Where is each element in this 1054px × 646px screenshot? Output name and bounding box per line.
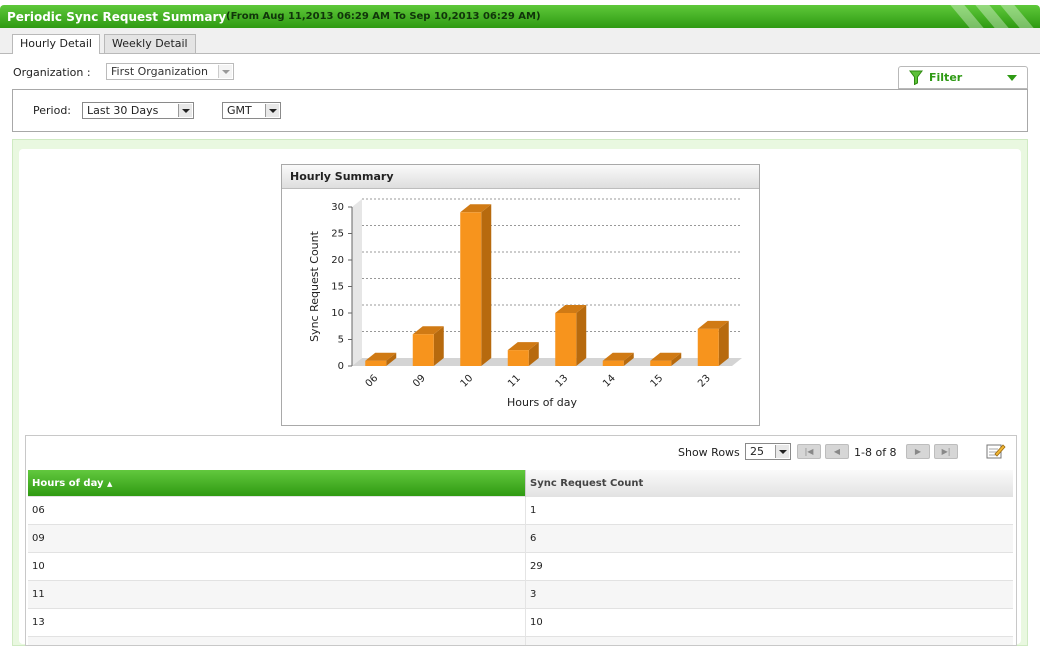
chevron-down-icon: [1007, 75, 1017, 81]
column-header-label: Hours of day: [32, 478, 104, 489]
export-edit-icon[interactable]: [986, 442, 1006, 460]
chart-x-tick-label: 09: [411, 373, 428, 390]
cell-hour: 10: [28, 553, 526, 581]
cell-hour: 13: [28, 609, 526, 637]
chart-y-tick-label: 20: [331, 255, 344, 266]
previous-page-icon: ◀: [826, 445, 848, 458]
chart-x-tick-label: 23: [696, 373, 713, 390]
chart-x-tick-label: 06: [364, 373, 381, 390]
first-page-icon: |◀: [798, 445, 820, 458]
chart-bar-side: [576, 305, 586, 366]
chart-y-tick-label: 25: [331, 229, 344, 240]
table-row[interactable]: 1310: [28, 609, 1013, 637]
chart-bar: [460, 212, 481, 366]
chart-bar: [650, 361, 671, 366]
chart-y-tick-label: 10: [331, 308, 344, 319]
period-label: Period:: [33, 104, 71, 117]
funnel-icon: [909, 70, 923, 85]
cell-hour: 11: [28, 581, 526, 609]
chevron-down-icon: [265, 104, 279, 117]
last-page-button[interactable]: ▶|: [934, 444, 958, 459]
tab-weekly-detail[interactable]: Weekly Detail: [104, 34, 196, 53]
data-grid-panel: Show Rows 25 |◀ ◀ 1-8 of 8 ▶ ▶| Hours of…: [25, 435, 1017, 646]
timezone-select[interactable]: GMT: [222, 102, 281, 119]
chart-bar-side: [481, 204, 491, 366]
hourly-summary-panel: Hourly Summary 0 5 10 15 20 25 30 06 09 10 11 13 14 1…: [281, 164, 760, 426]
rows-per-page-value: 25: [750, 445, 764, 458]
organization-select-value: First Organization: [111, 65, 208, 78]
chart-y-axis-label: Sync Request Count: [308, 230, 321, 342]
report-date-range: (From Aug 11,2013 06:29 AM To Sep 10,201…: [226, 11, 541, 22]
chart-x-tick-label: 13: [554, 373, 571, 390]
chevron-down-icon: [218, 65, 232, 78]
column-header-sync-request-count[interactable]: Sync Request Count: [526, 470, 1014, 497]
table-row[interactable]: 1029: [28, 553, 1013, 581]
data-table: Hours of day ▲ Sync Request Count 061096…: [28, 470, 1013, 646]
chart-panel-title: Hourly Summary: [282, 165, 759, 189]
chart-bar: [365, 361, 386, 366]
next-page-icon: ▶: [907, 445, 929, 458]
cell-sync-count: 1: [526, 637, 1014, 646]
cell-sync-count: 29: [526, 553, 1014, 581]
timezone-select-value: GMT: [227, 104, 252, 117]
period-select[interactable]: Last 30 Days: [82, 102, 194, 119]
cell-hour: 06: [28, 497, 526, 525]
chart-bar: [555, 313, 576, 366]
report-title-bar: Periodic Sync Request Summary (From Aug …: [0, 5, 1040, 28]
hourly-summary-chart: 0 5 10 15 20 25 30 06 09 10 11 13 14 15 23 Hours of day…: [282, 189, 759, 425]
tab-hourly-detail[interactable]: Hourly Detail: [12, 34, 100, 54]
page-info: 1-8 of 8: [854, 446, 897, 459]
cell-sync-count: 10: [526, 609, 1014, 637]
chart-y-tick-label: 30: [331, 202, 344, 213]
table-header-row: Hours of day ▲ Sync Request Count: [28, 470, 1013, 497]
column-header-label: Sync Request Count: [530, 478, 643, 489]
table-row[interactable]: 061: [28, 497, 1013, 525]
chart-x-tick-label: 11: [506, 373, 523, 390]
last-page-icon: ▶|: [935, 445, 957, 458]
chart-floor: [352, 358, 742, 366]
organization-label: Organization :: [13, 66, 91, 79]
chart-x-tick-label: 10: [459, 373, 476, 390]
sort-ascending-icon: ▲: [107, 480, 112, 488]
grid-toolbar: Show Rows 25 |◀ ◀ 1-8 of 8 ▶ ▶|: [26, 436, 1016, 466]
period-select-value: Last 30 Days: [87, 104, 158, 117]
chart-bar: [698, 329, 719, 366]
cell-sync-count: 1: [526, 497, 1014, 525]
next-page-button[interactable]: ▶: [906, 444, 930, 459]
filter-button[interactable]: Filter: [898, 66, 1028, 89]
cell-sync-count: 6: [526, 525, 1014, 553]
chart-bar: [508, 350, 529, 366]
chart-x-tick-label: 14: [601, 373, 618, 390]
chart-left-wall: [352, 199, 362, 366]
chart-x-axis-label: Hours of day: [507, 396, 578, 409]
filter-button-label: Filter: [929, 71, 962, 84]
previous-page-button[interactable]: ◀: [825, 444, 849, 459]
chart-y-tick-label: 0: [338, 361, 344, 372]
cell-hour: 09: [28, 525, 526, 553]
table-row[interactable]: 096: [28, 525, 1013, 553]
chart-y-tick-label: 5: [338, 335, 344, 346]
cell-hour: 14: [28, 637, 526, 646]
chart-bar: [603, 361, 624, 366]
cell-sync-count: 3: [526, 581, 1014, 609]
chevron-down-icon: [178, 104, 192, 117]
chart-y-tick-label: 15: [331, 282, 344, 293]
chart-bar: [413, 334, 434, 366]
table-row[interactable]: 113: [28, 581, 1013, 609]
table-row[interactable]: 141: [28, 637, 1013, 646]
show-rows-label: Show Rows: [678, 446, 740, 459]
report-title: Periodic Sync Request Summary: [7, 10, 226, 24]
column-header-hours-of-day[interactable]: Hours of day ▲: [28, 470, 526, 497]
first-page-button[interactable]: |◀: [797, 444, 821, 459]
rows-per-page-select[interactable]: 25: [745, 443, 791, 460]
chevron-down-icon: [775, 445, 789, 458]
organization-select[interactable]: First Organization: [106, 63, 234, 80]
chart-x-tick-label: 15: [649, 373, 666, 390]
tab-bar: Hourly Detail Weekly Detail: [0, 28, 1040, 54]
